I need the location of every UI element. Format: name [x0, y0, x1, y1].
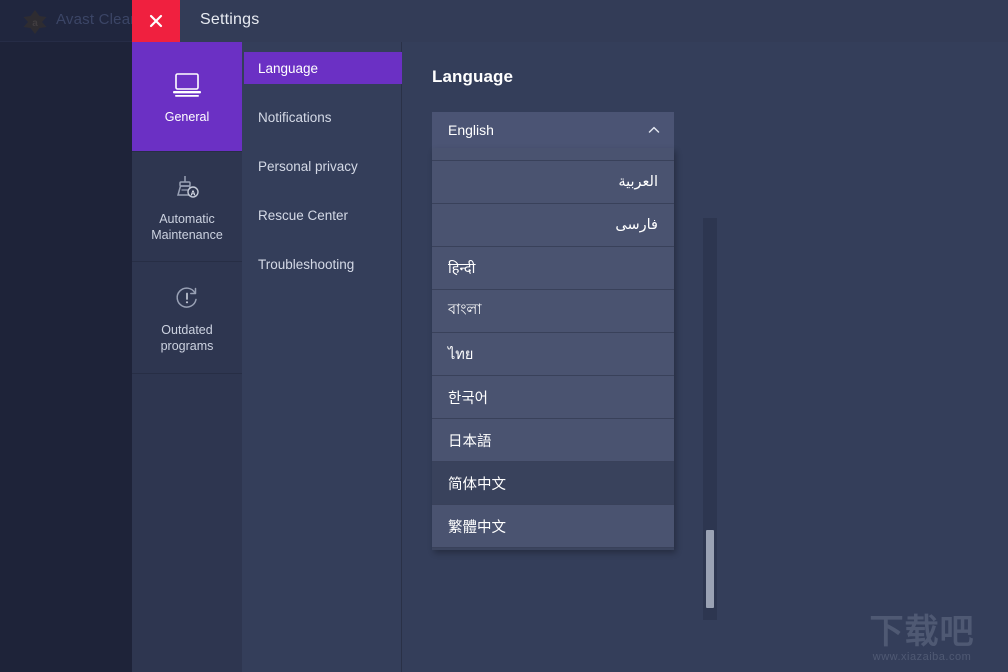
list-item-japanese[interactable]: 日本語: [432, 419, 674, 462]
rail-label-line1: Outdated: [161, 322, 213, 337]
nav-item-personal-privacy[interactable]: Personal privacy: [244, 150, 401, 182]
screen-root: a Avast Clean Settings General A Automat…: [0, 0, 1008, 672]
nav-item-troubleshooting[interactable]: Troubleshooting: [244, 248, 401, 280]
dropdown-scrollbar-thumb[interactable]: [706, 530, 714, 608]
list-item-bengali[interactable]: বাংলা: [432, 290, 674, 333]
nav-item-rescue-center[interactable]: Rescue Center: [244, 199, 401, 231]
chevron-up-icon: [646, 122, 662, 138]
avast-logo-icon: a: [22, 9, 48, 35]
list-item-korean[interactable]: 한국어: [432, 376, 674, 419]
laptop-icon: [171, 67, 203, 103]
list-item-persian[interactable]: فارسی: [432, 204, 674, 247]
settings-titlebar: [132, 0, 1008, 42]
language-select-value: English: [448, 122, 494, 138]
list-item-simplified-chinese[interactable]: 简体中文: [432, 462, 674, 505]
settings-window-title: Settings: [200, 11, 260, 28]
rail-item-label: Automatic Maintenance: [151, 211, 223, 243]
rail-item-outdated-programs[interactable]: Outdated programs: [132, 262, 242, 374]
settings-category-rail: General A Automatic Maintenance Outdated…: [132, 42, 242, 672]
close-button[interactable]: [132, 0, 180, 42]
svg-text:A: A: [190, 190, 195, 197]
dropdown-scrollbar-track[interactable]: [703, 218, 717, 620]
language-select-button[interactable]: English: [432, 112, 674, 148]
rail-item-label: Outdated programs: [161, 322, 214, 354]
language-select-dropdown[interactable]: العربية فارسی हिन्दी বাংলা ไทย 한국어 日本語 简…: [432, 148, 674, 550]
rail-label-line2: Maintenance: [151, 227, 223, 242]
language-select: English العربية فارسی हिन्दी বাংলা ไทย 한…: [432, 112, 717, 620]
settings-main-panel: Language English العربية فارسی हिन्दी বা…: [403, 42, 1008, 672]
list-item-thai[interactable]: ไทย: [432, 333, 674, 376]
rail-label-line1: Automatic: [159, 211, 215, 226]
rail-item-general[interactable]: General: [132, 42, 242, 152]
auto-maintenance-brush-icon: A: [172, 169, 202, 205]
list-item-partial[interactable]: [432, 148, 674, 161]
list-item-arabic[interactable]: العربية: [432, 161, 674, 204]
rail-label-line2: programs: [160, 338, 214, 353]
close-icon: [147, 12, 165, 30]
nav-item-notifications[interactable]: Notifications: [244, 101, 401, 133]
background-app-title: Avast Clean: [56, 11, 139, 28]
settings-nav-column: Language Notifications Personal privacy …: [242, 42, 402, 672]
list-item-traditional-chinese[interactable]: 繁體中文: [432, 505, 674, 548]
rail-item-label: General: [164, 109, 210, 124]
svg-text:a: a: [32, 18, 38, 29]
nav-item-language[interactable]: Language: [244, 52, 402, 84]
rail-item-automatic-maintenance[interactable]: A Automatic Maintenance: [132, 152, 242, 262]
outdated-programs-warning-icon: [173, 280, 201, 316]
list-item-hindi[interactable]: हिन्दी: [432, 247, 674, 290]
page-title: Language: [432, 67, 514, 86]
